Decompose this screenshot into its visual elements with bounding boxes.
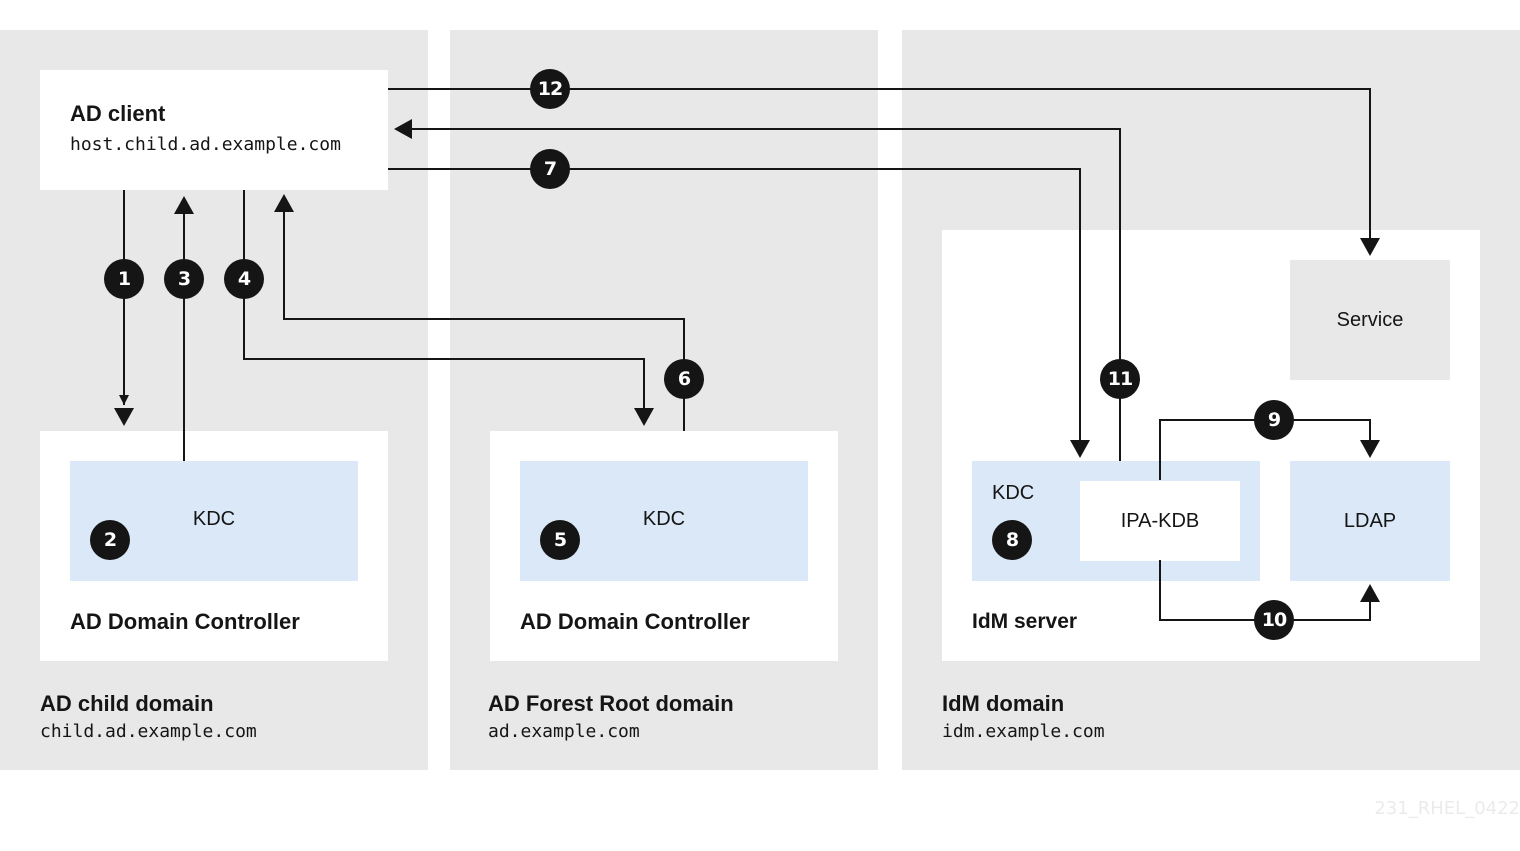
figure-id-watermark: 231_RHEL_0422: [1374, 798, 1520, 819]
step-badge-12: 12: [530, 69, 570, 109]
step-badge-4: 4: [224, 259, 264, 299]
step-badge-7: 7: [530, 149, 570, 189]
step-badge-6: 6: [664, 359, 704, 399]
arrowhead-step-6: [274, 194, 294, 212]
step-badge-8: 8: [992, 520, 1032, 560]
step-badge-11: 11: [1100, 359, 1140, 399]
arrow-step-4: [243, 190, 645, 408]
step-badge-2: 2: [90, 520, 130, 560]
arrowhead-step-1: [114, 408, 134, 426]
arrow-step-11: [412, 128, 1121, 461]
step-badge-3: 3: [164, 259, 204, 299]
arrowhead-step-7: [1070, 440, 1090, 458]
arrowhead-step-3: [174, 196, 194, 214]
arrowhead-step-11: [394, 119, 412, 139]
step-badge-9: 9: [1254, 400, 1294, 440]
arrowhead-step-10: [1360, 584, 1380, 602]
arrowhead-step-4: [634, 408, 654, 426]
step-badge-1: 1: [104, 259, 144, 299]
step-badge-10: 10: [1254, 600, 1294, 640]
arrowhead-step-9: [1360, 440, 1380, 458]
step-badge-5: 5: [540, 520, 580, 560]
arrowhead-step-12: [1360, 238, 1380, 256]
arrow-step-7: [388, 168, 1081, 440]
arrow-step-6: [283, 212, 685, 431]
